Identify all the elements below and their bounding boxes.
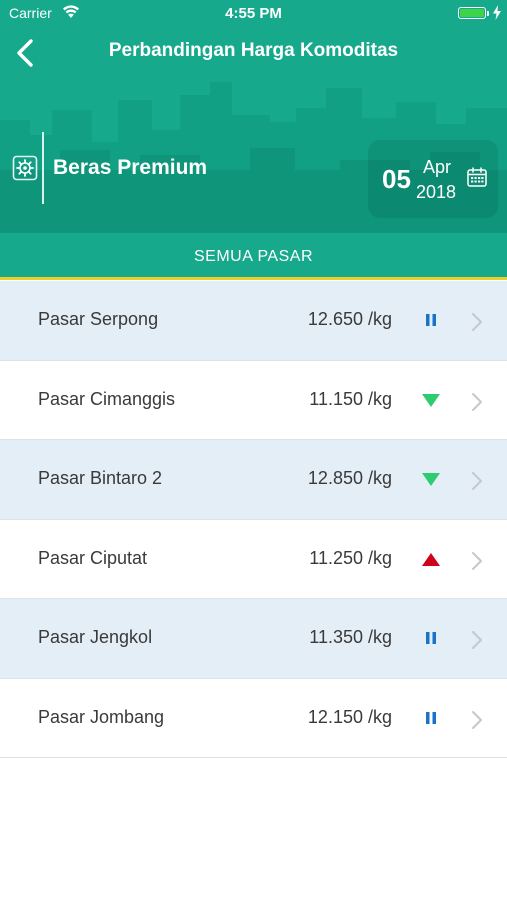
market-price: 11.250 /kg (309, 547, 392, 568)
market-name: Pasar Jombang (38, 706, 165, 727)
market-row[interactable]: Pasar Jengkol 11.350 /kg (0, 599, 507, 679)
commodity-name[interactable]: Beras Premium (53, 156, 207, 180)
back-chevron-icon[interactable] (10, 36, 42, 70)
market-name: Pasar Bintaro 2 (38, 468, 163, 488)
chevron-right-icon[interactable] (470, 550, 484, 572)
market-name: Pasar Cimanggis (38, 388, 176, 409)
battery-icon (458, 7, 486, 19)
market-row[interactable]: Pasar Jombang 12.150 /kg (0, 678, 507, 758)
pause-icon (426, 632, 436, 644)
clock: 4:55 PM (225, 5, 282, 22)
chevron-right-icon[interactable] (470, 470, 484, 492)
pause-icon (426, 711, 436, 724)
triangle-down-icon (422, 473, 440, 486)
chevron-right-icon[interactable] (470, 709, 484, 731)
market-price: 12.850 /kg (307, 468, 392, 488)
date-year: 2018 (416, 182, 457, 202)
status-bar: Carrier 4:55 PM (0, 0, 507, 28)
market-name: Pasar Jengkol (38, 627, 153, 647)
chevron-right-icon[interactable] (470, 629, 484, 651)
header-divider (42, 132, 44, 204)
page-title: Perbandingan Harga Komoditas (108, 40, 399, 61)
tab-all-markets[interactable]: SEMUA PASAR (0, 248, 507, 266)
pause-icon (426, 314, 436, 326)
date-day: 05 (382, 164, 411, 194)
date-picker[interactable]: 05 Apr 2018 (368, 140, 498, 218)
date-month: Apr (423, 157, 452, 177)
battery-tip (487, 11, 489, 16)
header: Carrier 4:55 PM Perbandingan Harga Komod… (0, 0, 507, 233)
triangle-up-icon (422, 552, 440, 566)
market-price-list: Pasar Serpong 12.650 /kg Pasar Cimanggis 11… (0, 281, 507, 758)
market-row[interactable]: Pasar Cimanggis 11.150 /kg (0, 360, 507, 440)
chevron-right-icon[interactable] (470, 311, 484, 333)
market-row[interactable]: Pasar Ciputat 11.250 /kg (0, 519, 507, 599)
market-price: 11.150 /kg (309, 388, 392, 409)
charging-bolt-icon (493, 5, 501, 20)
market-tab-bar: SEMUA PASAR (0, 233, 507, 280)
gear-icon[interactable] (12, 155, 38, 181)
chevron-right-icon[interactable] (470, 391, 484, 413)
market-price: 12.150 /kg (307, 706, 392, 727)
market-price: 12.650 /kg (307, 309, 392, 329)
market-name: Pasar Ciputat (38, 547, 148, 568)
market-row[interactable]: Pasar Bintaro 2 12.850 /kg (0, 440, 507, 520)
calendar-icon (467, 167, 487, 187)
market-row[interactable]: Pasar Serpong 12.650 /kg (0, 281, 507, 361)
market-price: 11.350 /kg (309, 627, 392, 647)
triangle-down-icon (422, 393, 440, 407)
market-name: Pasar Serpong (38, 309, 159, 329)
